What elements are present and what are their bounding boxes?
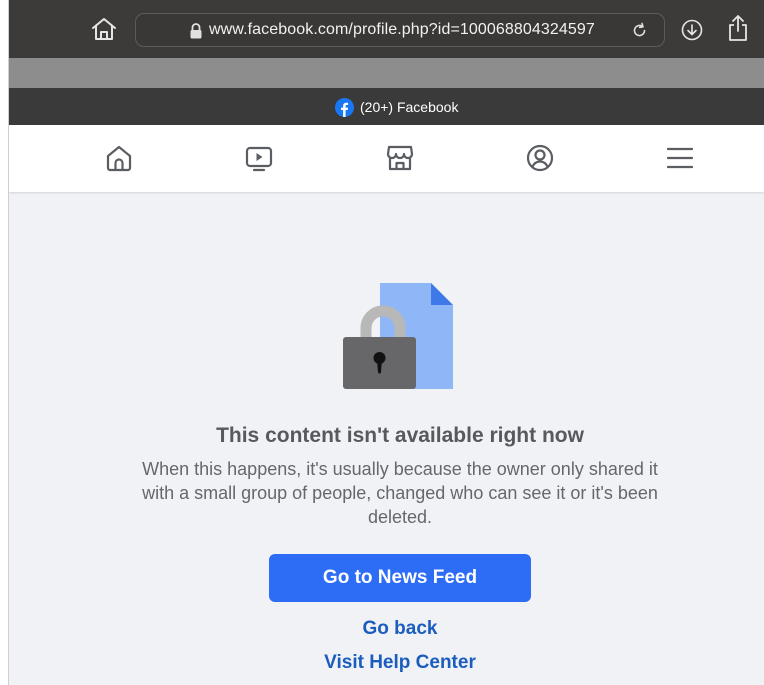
go-to-news-feed-button[interactable]: Go to News Feed (269, 554, 531, 602)
home-icon[interactable] (104, 143, 134, 173)
reload-icon[interactable] (631, 22, 648, 39)
home-icon[interactable] (91, 17, 117, 41)
tab-title: (20+) Facebook (360, 99, 459, 115)
browser-window: www.facebook.com/profile.php?id=10006880… (9, 0, 764, 685)
facebook-nav-bar (9, 125, 764, 192)
error-title: This content isn't available right now (216, 424, 584, 447)
profile-icon[interactable] (525, 143, 555, 173)
browser-toolbar: www.facebook.com/profile.php?id=10006880… (9, 0, 764, 58)
menu-icon[interactable] (665, 143, 695, 173)
error-description: When this happens, it's usually because … (142, 459, 658, 527)
locked-document-icon (343, 283, 453, 389)
visit-help-center-link[interactable]: Visit Help Center (9, 652, 764, 674)
download-icon[interactable] (681, 19, 703, 41)
tab-bar: (20+) Facebook (9, 88, 764, 125)
share-icon[interactable] (727, 14, 749, 42)
watch-video-icon[interactable] (244, 143, 274, 173)
marketplace-icon[interactable] (385, 143, 415, 173)
url-text[interactable]: www.facebook.com/profile.php?id=10006880… (209, 21, 595, 39)
address-bar[interactable]: www.facebook.com/profile.php?id=10006880… (135, 13, 665, 47)
go-back-link[interactable]: Go back (9, 618, 764, 640)
facebook-favicon (335, 97, 354, 117)
tab-facebook[interactable]: (20+) Facebook (335, 97, 458, 117)
toolbar-separator (9, 58, 764, 88)
lock-icon (190, 23, 202, 39)
